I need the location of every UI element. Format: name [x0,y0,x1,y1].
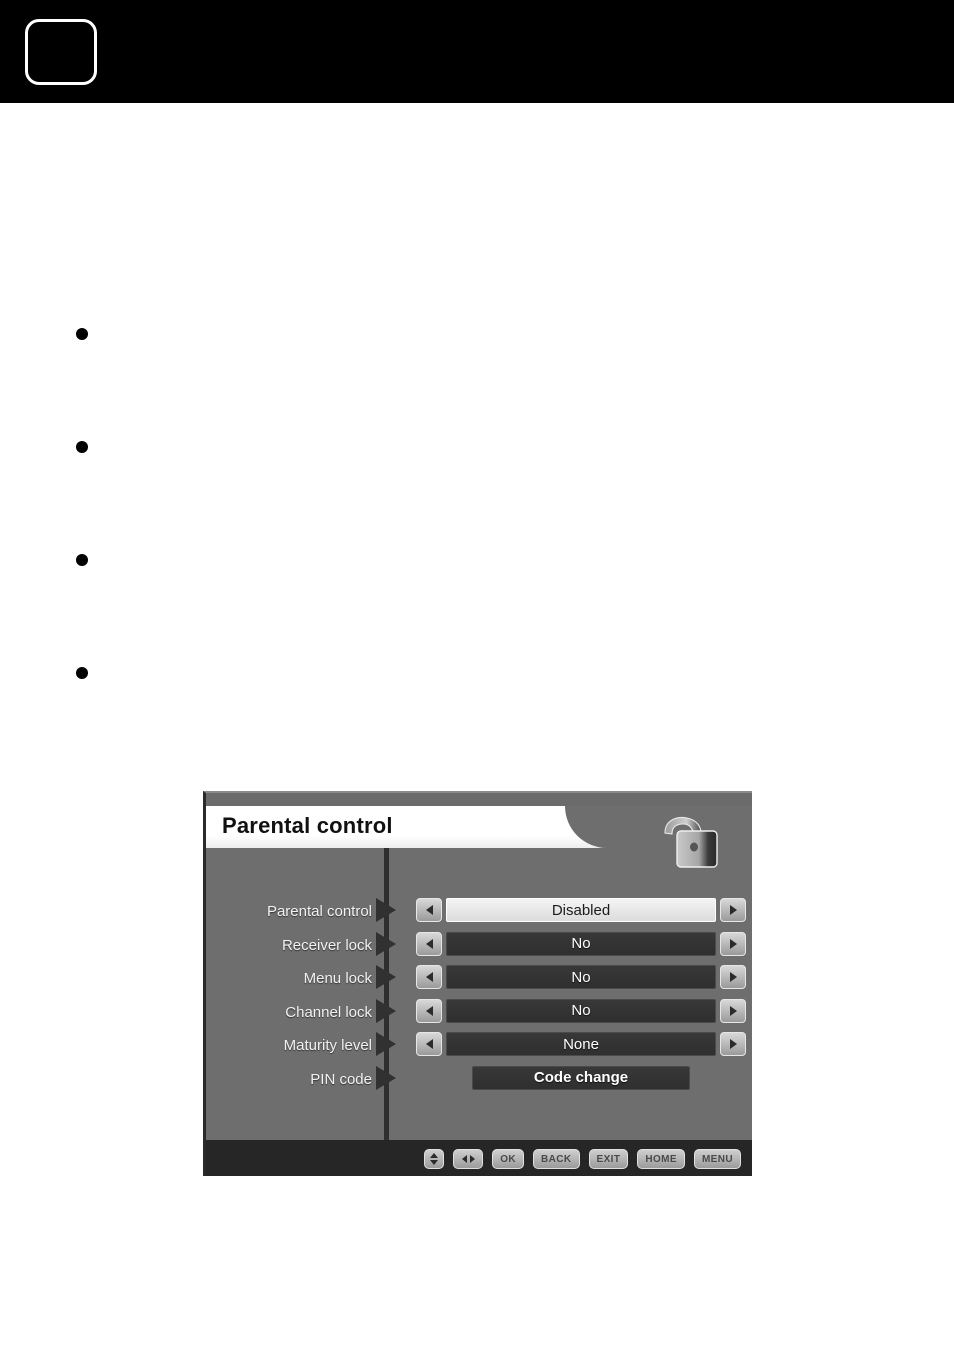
row-chevron-icon [376,1065,396,1090]
triangle-right-icon [729,905,737,915]
parental-control-osd-screenshot: Parental control Parental control Disabl… [203,791,752,1176]
triangle-left-icon [425,1039,433,1049]
settings-row-label: Parental control [266,903,372,921]
osd-key-hint-bar: OK BACK EXIT HOME MENU [206,1140,752,1176]
settings-row-label: Channel lock [285,1003,372,1021]
page-header-band [0,0,954,103]
row-chevron-icon [376,998,396,1023]
decrement-arrow-button[interactable] [416,965,442,989]
triangle-right-icon [729,1005,737,1016]
settings-row-label: Maturity level [283,1037,372,1055]
row-chevron-icon [376,1032,396,1056]
settings-row-value[interactable]: No [446,931,716,956]
list-item-text [104,318,892,319]
increment-arrow-button[interactable] [720,998,746,1023]
triangle-left-icon [425,905,433,915]
list-item [62,657,892,770]
up-down-key-button[interactable] [424,1149,445,1169]
triangle-down-icon [430,1160,439,1165]
page-number-box [25,19,97,85]
settings-row-pin-code[interactable]: PIN code Code change [206,1063,752,1097]
settings-row-label: Receiver lock [281,936,372,954]
list-item-text [104,431,892,432]
row-chevron-icon [376,898,396,922]
row-chevron-icon [376,931,396,956]
ok-key-button[interactable]: OK [492,1149,525,1169]
padlock-icon [664,816,718,868]
triangle-right-icon [729,972,737,982]
list-item-text [104,657,892,658]
settings-row-value[interactable]: No [446,965,716,989]
home-key-button[interactable]: HOME [637,1149,685,1169]
list-item [62,544,892,657]
settings-row-receiver-lock[interactable]: Receiver lock No [206,929,752,963]
osd-menu-body: Parental control Disabled Receiver lock … [206,848,752,1140]
decrement-arrow-button[interactable] [416,931,442,956]
settings-row-value[interactable]: None [446,1032,716,1056]
triangle-left-icon [425,1005,433,1016]
triangle-right-icon [469,1155,475,1163]
menu-key-button[interactable]: MENU [693,1149,741,1169]
left-right-key-button[interactable] [453,1149,484,1169]
settings-row-maturity-level[interactable]: Maturity level None [206,1029,752,1063]
settings-row-value[interactable]: Disabled [446,898,716,922]
list-item-text [104,544,892,545]
settings-row-label: PIN code [310,1070,372,1088]
triangle-left-icon [461,1155,467,1163]
settings-row-label: Menu lock [303,970,372,988]
increment-arrow-button[interactable] [720,931,746,956]
list-item [62,431,892,544]
list-item [62,318,892,431]
settings-row-controls: No [416,931,746,957]
page-title: Parental control [222,813,393,838]
osd-top-strip [206,793,752,806]
increment-arrow-button[interactable] [720,1032,746,1056]
triangle-left-icon [425,972,433,982]
decrement-arrow-button[interactable] [416,898,442,922]
triangle-up-icon [430,1153,439,1158]
triangle-left-icon [425,938,433,949]
settings-row-list: Parental control Disabled Receiver lock … [206,895,752,1096]
increment-arrow-button[interactable] [720,898,746,922]
triangle-right-icon [729,938,737,949]
settings-row-value[interactable]: No [446,998,716,1023]
settings-row-controls: No [416,964,746,990]
settings-row-controls: Disabled [416,897,746,923]
settings-row-controls: None [416,1031,746,1057]
bullet-list [62,318,892,770]
settings-row-parental-control[interactable]: Parental control Disabled [206,895,752,929]
triangle-right-icon [729,1039,737,1049]
increment-arrow-button[interactable] [720,965,746,989]
decrement-arrow-button[interactable] [416,1032,442,1056]
row-chevron-icon [376,965,396,989]
exit-key-button[interactable]: EXIT [588,1149,629,1169]
settings-row-channel-lock[interactable]: Channel lock No [206,996,752,1030]
back-key-button[interactable]: BACK [533,1149,580,1169]
settings-row-controls: No [416,998,746,1024]
decrement-arrow-button[interactable] [416,998,442,1023]
code-change-button[interactable]: Code change [472,1065,690,1090]
settings-row-controls: Code change [416,1065,746,1091]
settings-row-menu-lock[interactable]: Menu lock No [206,962,752,996]
